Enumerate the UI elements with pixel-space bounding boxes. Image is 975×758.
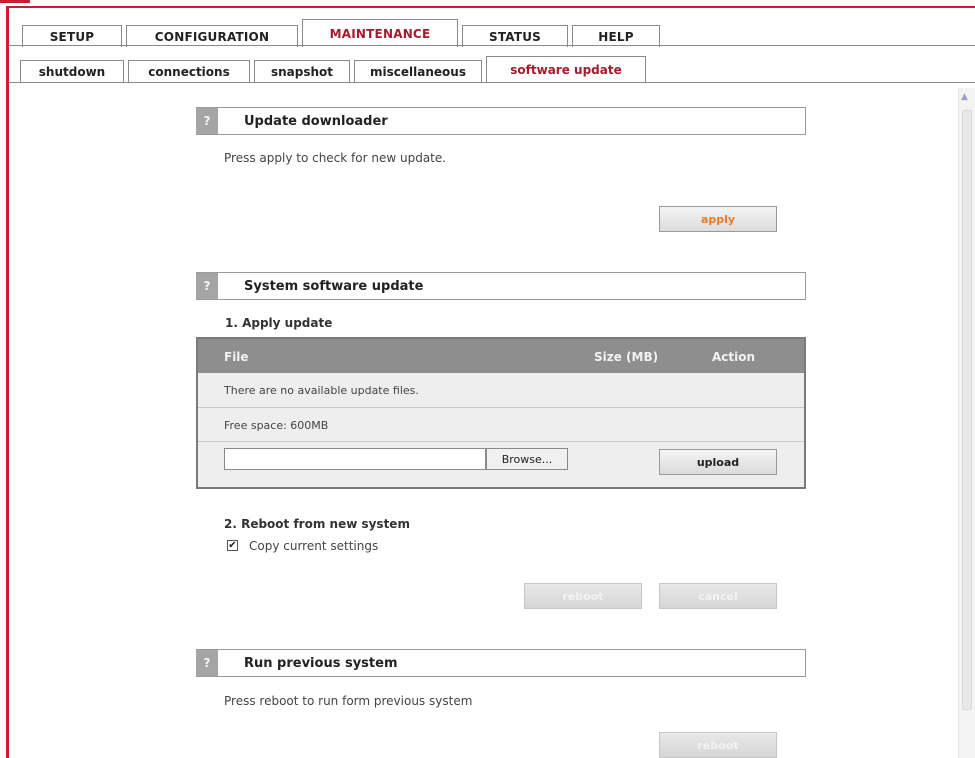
frame-accent (0, 0, 30, 3)
subtab-miscellaneous[interactable]: miscellaneous (354, 60, 482, 83)
sub-tab-divider (9, 82, 975, 83)
scrollbar-thumb[interactable] (962, 110, 972, 710)
router-admin-page: SETUP CONFIGURATION MAINTENANCE STATUS H… (0, 0, 975, 758)
reboot-previous-system-button[interactable]: reboot (659, 732, 777, 758)
tab-status[interactable]: STATUS (462, 25, 568, 47)
table-row: There are no available update files. (198, 373, 804, 407)
cancel-button[interactable]: cancel (659, 583, 777, 609)
column-header-file: File (224, 350, 249, 364)
subtab-snapshot[interactable]: snapshot (254, 60, 350, 83)
update-downloader-description: Press apply to check for new update. (224, 151, 447, 165)
frame-border-top (8, 6, 975, 8)
tab-help[interactable]: HELP (572, 25, 660, 47)
help-icon[interactable]: ? (196, 108, 218, 134)
section-title: System software update (244, 278, 424, 294)
subtab-software-update[interactable]: software update (486, 56, 646, 83)
help-icon[interactable]: ? (196, 650, 218, 676)
previous-system-header: ? Run previous system (196, 649, 806, 677)
column-header-size: Size (MB) (594, 350, 659, 364)
reboot-new-system-button[interactable]: reboot (524, 583, 642, 609)
subtab-shutdown[interactable]: shutdown (20, 60, 124, 83)
file-path-input[interactable] (224, 448, 486, 470)
table-header-row: File Size (MB) Action (198, 339, 804, 373)
subtab-connections[interactable]: connections (128, 60, 250, 83)
tab-configuration[interactable]: CONFIGURATION (126, 25, 298, 47)
copy-settings-label: Copy current settings (249, 539, 379, 553)
column-header-action: Action (712, 350, 756, 364)
step-apply-update-label: 1. Apply update (225, 316, 333, 330)
system-update-header: ? System software update (196, 272, 806, 300)
tab-setup[interactable]: SETUP (22, 25, 122, 47)
frame-border-left (6, 6, 9, 758)
free-space-text: Free space: 600MB (224, 419, 329, 432)
section-title: Update downloader (244, 113, 388, 129)
copy-settings-checkbox[interactable]: ✔ (227, 540, 238, 551)
help-icon[interactable]: ? (196, 273, 218, 299)
scroll-up-arrow-icon[interactable]: ▲ (961, 92, 968, 102)
empty-files-message: There are no available update files. (224, 384, 419, 397)
upload-button[interactable]: upload (659, 449, 777, 475)
tab-maintenance[interactable]: MAINTENANCE (302, 19, 458, 47)
browse-button[interactable]: Browse... (486, 448, 568, 470)
step-reboot-label: 2. Reboot from new system (224, 517, 410, 531)
table-row: Free space: 600MB (198, 407, 804, 441)
main-tab-bar: SETUP CONFIGURATION MAINTENANCE STATUS H… (22, 19, 664, 47)
previous-system-description: Press reboot to run form previous system (224, 694, 473, 708)
section-title: Run previous system (244, 655, 398, 671)
apply-button[interactable]: apply (659, 206, 777, 232)
main-tab-divider (9, 45, 975, 46)
sub-tab-bar: shutdown connections snapshot miscellane… (20, 56, 650, 83)
update-downloader-header: ? Update downloader (196, 107, 806, 135)
